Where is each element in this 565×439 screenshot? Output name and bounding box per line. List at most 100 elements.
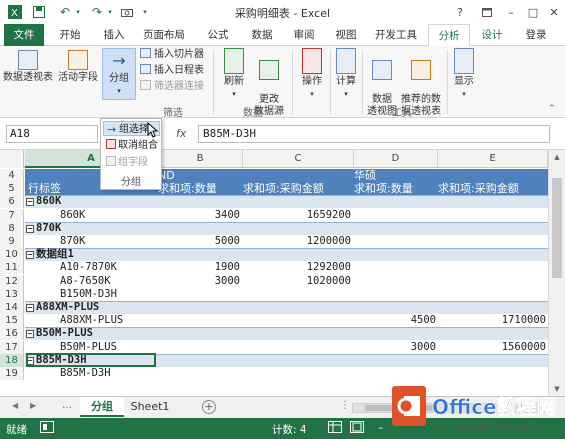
cell-e15[interactable]: 1710000 — [438, 314, 546, 327]
column-header-e[interactable]: E — [438, 150, 548, 168]
cell-c14[interactable] — [243, 301, 351, 314]
cell-e17[interactable]: 1560000 — [438, 341, 546, 354]
cell-d12[interactable] — [354, 275, 436, 288]
cell-e12[interactable] — [438, 275, 546, 288]
group-button[interactable]: → 分组 ▾ — [102, 48, 136, 100]
cell-e6[interactable] — [438, 195, 546, 208]
cell-c17[interactable] — [243, 341, 351, 354]
cell-e8[interactable] — [438, 222, 546, 235]
collapse-ribbon-icon[interactable]: ⌃ — [548, 104, 556, 114]
cell-e13[interactable] — [438, 288, 546, 301]
tab-home[interactable]: 开始 — [52, 24, 88, 46]
sheet-nav-prev-icon[interactable]: ◀ — [12, 401, 18, 410]
cell-a10[interactable]: − 数据组1 — [26, 248, 156, 261]
collapse-group-icon[interactable]: − — [26, 224, 34, 233]
cell-e18[interactable] — [438, 354, 546, 367]
cell-c12[interactable]: 1020000 — [243, 275, 351, 288]
page-layout-view-icon[interactable] — [350, 421, 364, 436]
cell-d14[interactable] — [354, 301, 436, 314]
tab-formulas[interactable]: 公式 — [200, 24, 236, 46]
cell-d13[interactable] — [354, 288, 436, 301]
cell-c4[interactable] — [243, 169, 351, 182]
calculations-button[interactable]: 计算 ▾ — [333, 48, 359, 100]
tab-developer[interactable]: 开发工具 — [370, 24, 422, 46]
pivottable-button[interactable]: 数据透视表 — [2, 50, 54, 84]
tab-file[interactable]: 文件 — [4, 24, 44, 46]
column-header-b[interactable]: B — [158, 150, 243, 168]
actions-button[interactable]: 操作 ▾ — [298, 48, 326, 100]
cell-d6[interactable] — [354, 195, 436, 208]
tab-analyze[interactable]: 分析 — [428, 24, 470, 47]
cell-b14[interactable] — [158, 301, 240, 314]
cell-b10[interactable] — [158, 248, 240, 261]
column-header-c[interactable]: C — [243, 150, 354, 168]
cell-e11[interactable] — [438, 261, 546, 274]
cell-e4[interactable] — [438, 169, 546, 182]
cell-b18[interactable] — [158, 354, 240, 367]
scroll-up-icon[interactable]: ▲ — [549, 150, 565, 164]
active-field-button[interactable]: 活动字段 — [56, 50, 100, 84]
row-header[interactable]: 14 — [0, 301, 24, 314]
cell-b4[interactable]: ND — [158, 169, 240, 182]
cell-d8[interactable] — [354, 222, 436, 235]
cell-c8[interactable] — [243, 222, 351, 235]
cell-e16[interactable] — [438, 327, 546, 340]
cell-b15[interactable] — [158, 314, 240, 327]
cell-b9[interactable]: 5000 — [158, 235, 240, 248]
cell-d9[interactable] — [354, 235, 436, 248]
collapse-group-icon[interactable]: − — [26, 330, 34, 339]
cell-e5[interactable]: 求和项:采购金额 — [438, 182, 546, 195]
tab-split-handle-icon[interactable]: ⋮ — [340, 400, 350, 411]
cell-c11[interactable]: 1292000 — [243, 261, 351, 274]
tab-page-layout[interactable]: 页面布局 — [136, 24, 192, 46]
close-button[interactable]: ✕ — [545, 4, 563, 20]
cell-c13[interactable] — [243, 288, 351, 301]
cell-b19[interactable] — [158, 367, 240, 380]
show-button[interactable]: 显示 ▾ — [450, 48, 478, 100]
cell-a6[interactable]: −860K — [26, 195, 156, 208]
row-header[interactable]: 4 — [0, 169, 24, 182]
collapse-group-icon[interactable]: − — [26, 198, 34, 207]
row-header[interactable]: 17 — [0, 340, 24, 354]
refresh-button[interactable]: 刷新 ▾ — [218, 48, 250, 100]
cell-a8[interactable]: −870K — [26, 222, 156, 235]
cell-b8[interactable] — [158, 222, 240, 235]
cell-c15[interactable] — [243, 314, 351, 327]
cell-b11[interactable]: 1900 — [158, 261, 240, 274]
worksheet-grid[interactable]: A B C D E 4 ND 华硕 5 行标签 求和项:数量 求和项:采购金额 求和项:数量求… — [0, 150, 565, 396]
cell-d4[interactable]: 华硕 — [354, 169, 436, 182]
cell-b13[interactable] — [158, 288, 240, 301]
row-header[interactable]: 11 — [0, 261, 24, 275]
cell-e14[interactable] — [438, 301, 546, 314]
normal-view-icon[interactable] — [328, 421, 342, 436]
scrollbar-thumb[interactable] — [552, 178, 562, 278]
tab-insert[interactable]: 插入 — [96, 24, 132, 46]
row-header[interactable]: 13 — [0, 287, 24, 301]
row-header[interactable]: 12 — [0, 274, 24, 288]
cell-b7[interactable]: 3400 — [158, 209, 240, 222]
ribbon-display-options-icon[interactable] — [478, 4, 496, 20]
cell-d16[interactable] — [354, 327, 436, 340]
minimize-button[interactable]: – — [502, 4, 520, 20]
cell-b6[interactable] — [158, 195, 240, 208]
maximize-button[interactable]: □ — [524, 4, 542, 20]
select-all-corner[interactable] — [0, 150, 24, 168]
collapse-group-icon[interactable]: − — [26, 251, 34, 260]
macro-record-icon[interactable] — [40, 421, 54, 436]
row-header[interactable]: 7 — [0, 208, 24, 222]
cell-d17[interactable]: 3000 — [354, 341, 436, 354]
sign-in-link[interactable]: 登录 — [516, 24, 556, 46]
cell-b12[interactable]: 3000 — [158, 275, 240, 288]
sheet-nav-next-icon[interactable]: ▶ — [30, 401, 36, 410]
sheet-tab-sheet1[interactable]: Sheet1 — [128, 397, 172, 417]
row-header[interactable]: 16 — [0, 327, 24, 341]
cell-d5[interactable]: 求和项:数量 — [354, 182, 436, 195]
cell-e9[interactable] — [438, 235, 546, 248]
cell-c16[interactable] — [243, 327, 351, 340]
row-header[interactable]: 19 — [0, 367, 24, 380]
add-sheet-button[interactable]: + — [202, 400, 216, 414]
insert-slicer-button[interactable]: 插入切片器 — [140, 48, 204, 62]
cell-a14[interactable]: − A88XM-PLUS — [26, 301, 156, 314]
tab-design[interactable]: 设计 — [474, 24, 510, 46]
cell-d11[interactable] — [354, 261, 436, 274]
